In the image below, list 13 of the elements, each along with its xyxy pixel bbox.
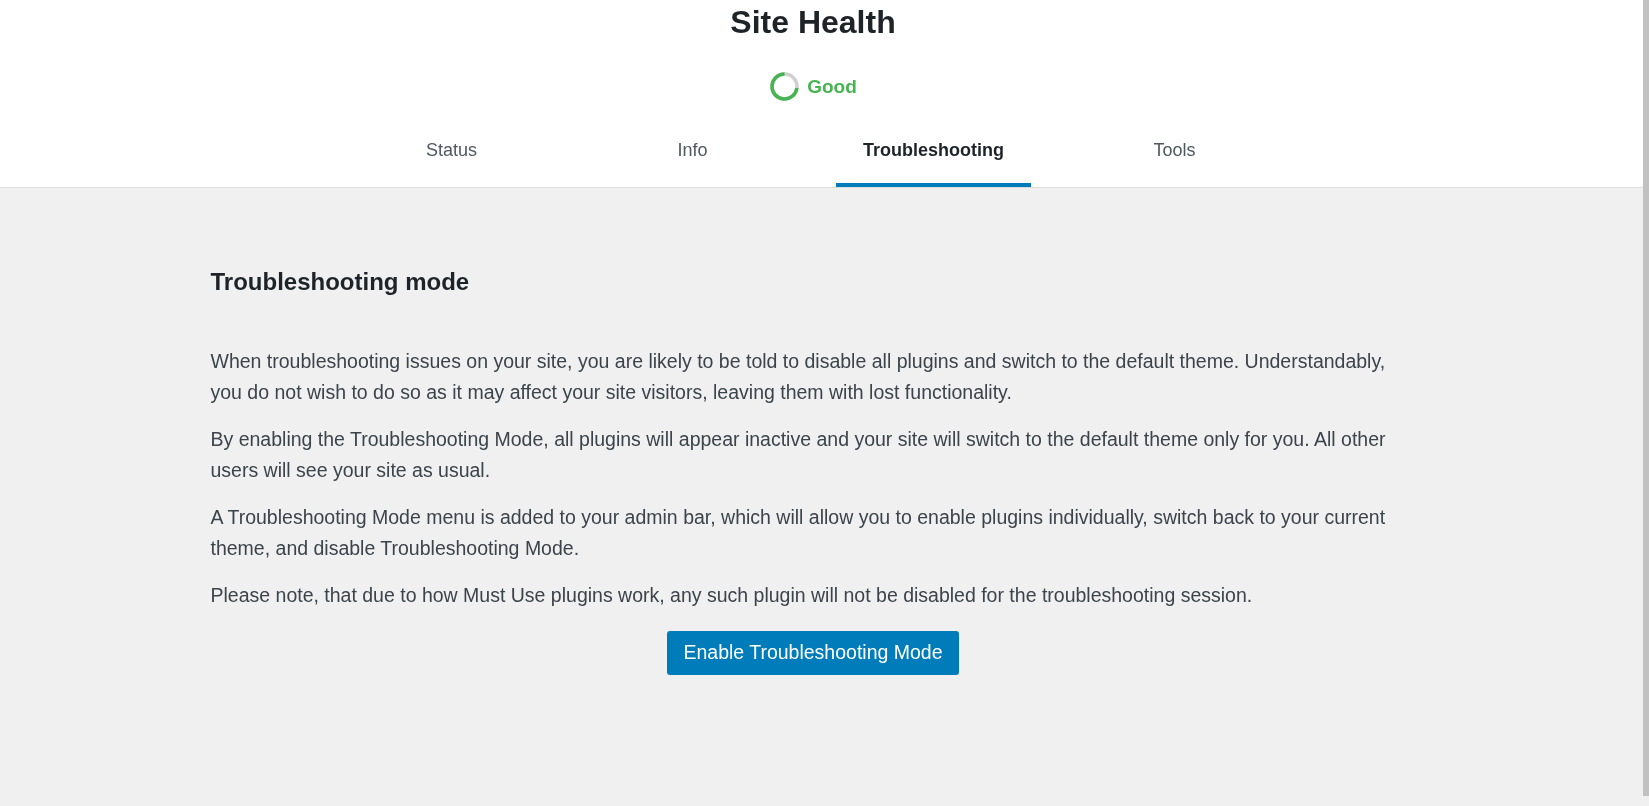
tab[interactable]: Info [650,126,735,187]
paragraph: When troubleshooting issues on your site, you are likely to be told to disable all plugins and switch to the default theme. Understandably, you do not wish to do so as it may affect your site visitors, leaving them with lost functionality. [210,349,1387,405]
page-title: Site Health [730,3,896,42]
paragraph: A Troubleshooting Mode menu is added to your admin bar, which will allow you to enable plugins individually, switch back to your current theme, and disable Troubleshooting Mode. [210,505,1387,561]
tab[interactable]: Tools [1126,126,1223,187]
tab[interactable]: Troubleshooting [836,126,1031,187]
tab[interactable]: Status [399,126,504,187]
paragraph: Please note, that due to how Must Use plugins work, any such plugin will not be disabled for the troubleshooting session. [210,583,1254,608]
scrollbar-thumb[interactable] [1643,0,1649,796]
enable-troubleshooting-button[interactable]: Enable Troubleshooting Mode [667,630,959,675]
health-status: Good [807,74,857,99]
paragraph: By enabling the Troubleshooting Mode, all plugins will appear inactive and your site will switch to the default theme only for you. All other users will see your site as usual. [210,427,1387,483]
section-heading: Troubleshooting mode [210,267,470,297]
